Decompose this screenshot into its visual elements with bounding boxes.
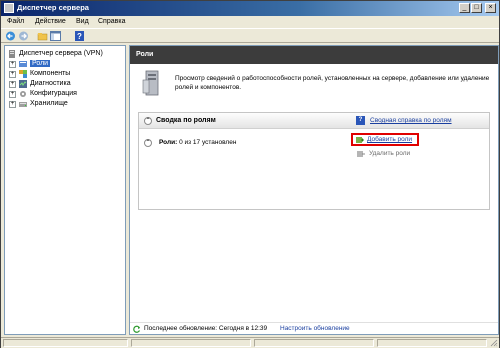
menu-help[interactable]: Справка [98,18,125,25]
roles-summary-section: ⌃ Сводка по ролям ? Сводная справка по р… [138,112,490,210]
app-icon [4,3,14,13]
expand-roles-toggle[interactable]: + [9,61,16,68]
resize-grip-icon[interactable] [490,339,498,347]
last-update-text: Последнее обновление: Сегодня в 12:39 [144,325,268,332]
remove-roles-link: Удалить роли [369,150,411,157]
roles-icon [19,61,27,67]
menu-file[interactable]: Файл [7,18,24,25]
roles-header: Роли [130,46,498,64]
tree-item-configuration-label: Конфигурация [30,90,77,97]
configuration-icon [20,91,26,97]
collapse-roles-button[interactable]: ⌃ [144,139,152,147]
tree-item-storage-label: Хранилище [30,100,68,107]
back-arrow-icon[interactable] [5,31,16,41]
status-bar [1,337,499,348]
tree-item-features-label: Компоненты [30,70,71,77]
roles-intro: Просмотр сведений о работоспособности ро… [130,64,498,106]
roles-count: Роли: 0 из 17 установлен [159,139,236,146]
storage-icon [19,102,27,107]
add-roles-link[interactable]: Добавить роли [367,136,412,143]
minimize-button[interactable]: _ [459,3,470,13]
navigation-tree: Диспетчер сервера (VPN) + Роли + Компоне… [4,45,126,335]
expand-storage-toggle[interactable]: + [9,101,16,108]
summary-help-link[interactable]: Сводная справка по ролям [370,117,452,124]
server-tower-icon [142,70,159,96]
toolbar: ? [1,28,499,43]
expand-configuration-toggle[interactable]: + [9,91,16,98]
tree-item-diagnostics-label: Диагностика [30,80,71,87]
status-pane-1 [3,339,128,347]
roles-summary-title: Сводка по ролям [156,117,216,124]
summary-help-icon: ? [356,116,365,125]
tree-item-features[interactable]: + Компоненты [5,69,125,79]
server-manager-window: Диспетчер сервера _ □ × Файл Действие Ви… [0,0,500,348]
status-pane-3 [254,339,374,347]
status-pane-2 [131,339,251,347]
expand-features-toggle[interactable]: + [9,71,16,78]
tree-item-roles[interactable]: + Роли [5,59,125,69]
window-title: Диспетчер сервера [17,3,89,12]
server-manager-icon [9,50,15,58]
roles-intro-text: Просмотр сведений о работоспособности ро… [175,75,490,91]
roles-installed-count: 0 из 17 установлен [179,139,237,146]
add-roles-icon [356,137,364,143]
tree-item-diagnostics[interactable]: + Диагностика [5,79,125,89]
svg-text:?: ? [77,32,82,41]
roles-label: Роли: [159,139,178,146]
collapse-summary-button[interactable]: ⌃ [144,117,152,125]
roles-status-row: ⌃ Роли: 0 из 17 установлен Добавить роли… [139,129,489,209]
add-roles-highlight[interactable]: Добавить роли [351,133,419,146]
refresh-status-row: Последнее обновление: Сегодня в 12:39 На… [130,322,498,334]
configure-refresh-link[interactable]: Настроить обновление [280,325,350,332]
forward-arrow-icon[interactable] [18,31,29,41]
roles-panel: Роли Просмотр сведений о работоспособнос… [129,45,499,335]
folder-up-icon[interactable] [37,31,48,41]
menu-action[interactable]: Действие [35,18,66,25]
tree-item-configuration[interactable]: + Конфигурация [5,89,125,99]
tree-root-label: Диспетчер сервера (VPN) [19,50,103,57]
tree-item-storage[interactable]: + Хранилище [5,99,125,109]
menu-view[interactable]: Вид [76,18,89,25]
close-button[interactable]: × [485,3,496,13]
status-pane-4 [377,339,487,347]
roles-summary-header: ⌃ Сводка по ролям ? Сводная справка по р… [139,113,489,129]
expand-diagnostics-toggle[interactable]: + [9,81,16,88]
remove-roles-icon [357,151,365,157]
refresh-icon [133,325,141,333]
show-hide-tree-icon[interactable] [50,31,61,41]
diagnostics-icon [19,80,27,88]
features-icon [19,70,27,78]
menu-bar: Файл Действие Вид Справка [1,16,499,28]
title-bar[interactable]: Диспетчер сервера _ □ × [1,1,499,16]
roles-header-title: Роли [136,51,154,58]
tree-item-roles-label: Роли [30,60,51,67]
tree-root[interactable]: Диспетчер сервера (VPN) [5,49,125,59]
maximize-button[interactable]: □ [471,3,482,13]
help-icon[interactable]: ? [74,31,85,41]
